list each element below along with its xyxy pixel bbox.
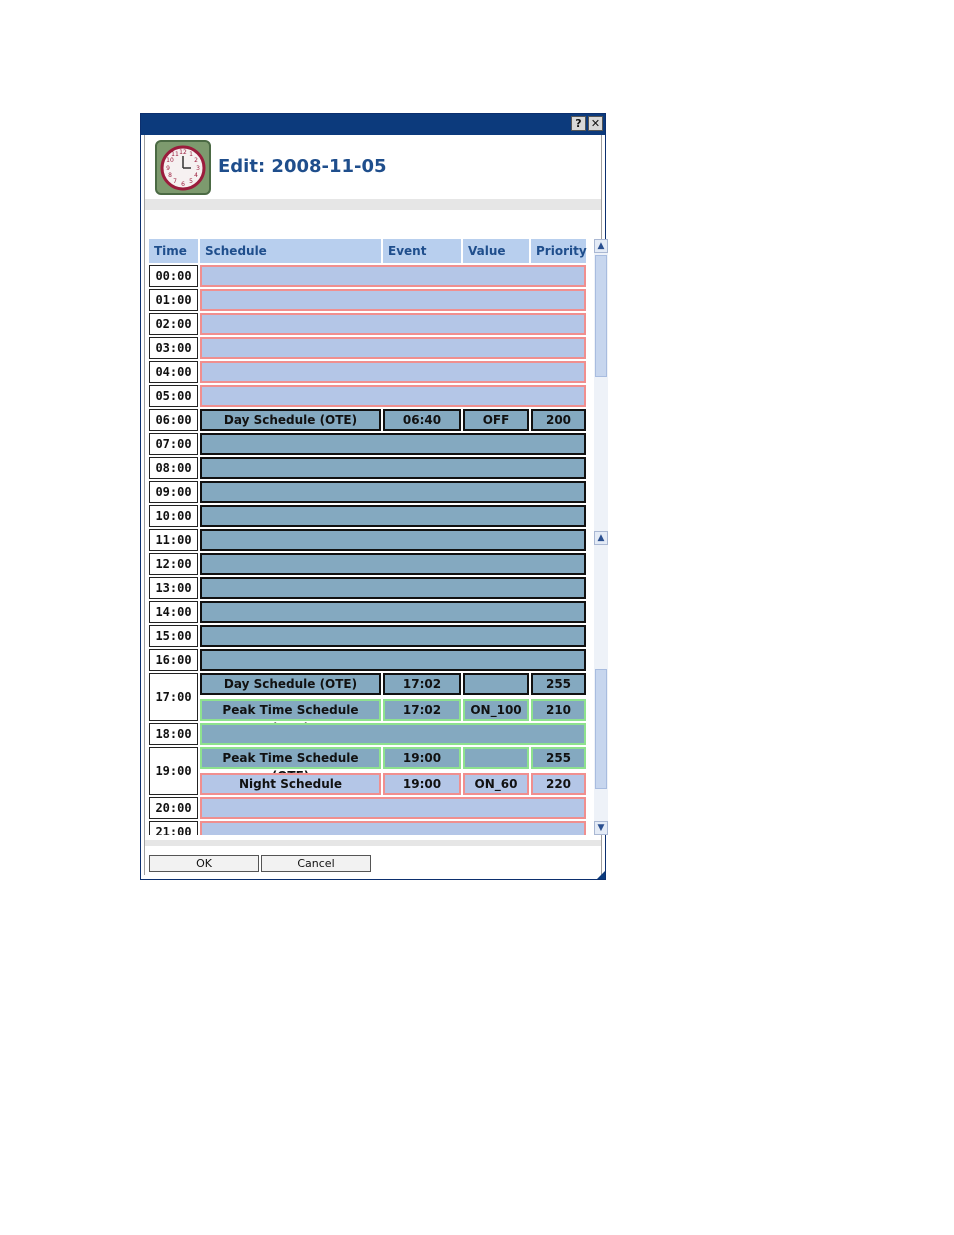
header-separator xyxy=(145,199,601,210)
time-cell: 05:00 xyxy=(149,385,198,407)
entry-event-time[interactable]: 17:02 xyxy=(383,673,461,695)
entry-value[interactable]: ON_60 xyxy=(463,773,529,795)
scroll-up-icon[interactable]: ▲ xyxy=(594,239,608,253)
svg-text:10: 10 xyxy=(166,157,174,164)
schedule-slot[interactable] xyxy=(200,601,586,623)
entry-schedule[interactable]: Peak Time Schedule (OTE) xyxy=(200,699,381,735)
title-bar: ? ✕ xyxy=(141,114,605,135)
grid-scrollbar[interactable]: ▲ ▲ ▼ xyxy=(594,239,608,835)
svg-text:7: 7 xyxy=(173,178,177,185)
entry-event-time[interactable]: 19:00 xyxy=(383,773,461,795)
entry-value[interactable]: OFF xyxy=(463,409,529,431)
schedule-slot[interactable] xyxy=(200,821,586,835)
svg-text:4: 4 xyxy=(194,172,198,179)
svg-text:11: 11 xyxy=(171,151,179,158)
schedule-slot[interactable] xyxy=(200,457,586,479)
entry-schedule[interactable]: Night Schedule xyxy=(200,773,381,795)
schedule-slot[interactable] xyxy=(200,481,586,503)
entry-event-time[interactable]: 17:02 xyxy=(383,699,461,721)
entry-value[interactable]: ON_100 xyxy=(463,699,529,721)
time-cell: 07:00 xyxy=(149,433,198,455)
schedule-slot[interactable] xyxy=(200,577,586,599)
cancel-button[interactable]: Cancel xyxy=(261,855,371,872)
time-cell: 04:00 xyxy=(149,361,198,383)
schedule-slot[interactable] xyxy=(200,361,586,383)
svg-text:6: 6 xyxy=(181,181,185,188)
schedule-slot[interactable] xyxy=(200,625,586,647)
schedule-slot[interactable] xyxy=(200,313,586,335)
entry-event-time[interactable]: 06:40 xyxy=(383,409,461,431)
schedule-slot[interactable] xyxy=(200,289,586,311)
entry-priority[interactable]: 255 xyxy=(531,673,586,695)
svg-text:8: 8 xyxy=(168,172,172,179)
time-cell: 02:00 xyxy=(149,313,198,335)
entry-event-time[interactable]: 19:00 xyxy=(383,747,461,769)
dialog-title: Edit: 2008-11-05 xyxy=(218,156,387,177)
time-cell: 06:00 xyxy=(149,409,198,431)
time-cell: 19:00 xyxy=(149,747,198,795)
schedule-slot[interactable] xyxy=(200,505,586,527)
entry-priority[interactable]: 200 xyxy=(531,409,586,431)
time-cell: 13:00 xyxy=(149,577,198,599)
entry-schedule[interactable]: Peak Time Schedule (OTE) xyxy=(200,747,381,783)
time-cell: 15:00 xyxy=(149,625,198,647)
entry-value[interactable] xyxy=(463,673,529,695)
schedule-slot[interactable] xyxy=(200,723,586,745)
entry-priority[interactable]: 210 xyxy=(531,699,586,721)
schedule-slot[interactable] xyxy=(200,649,586,671)
header-time: Time xyxy=(149,239,198,263)
svg-text:9: 9 xyxy=(166,165,170,172)
scroll-thumb-secondary[interactable] xyxy=(595,669,607,789)
scroll-up-icon-secondary[interactable]: ▲ xyxy=(594,531,608,545)
time-cell: 18:00 xyxy=(149,723,198,745)
resize-handle-icon[interactable] xyxy=(597,871,605,879)
schedule-slot[interactable] xyxy=(200,797,586,819)
entry-schedule[interactable]: Day Schedule (OTE) xyxy=(200,409,381,431)
dialog-body: 12 1 2 345 678 9 10 11 Edit: 2008-11-05 Time… xyxy=(144,135,608,875)
help-button[interactable]: ? xyxy=(571,116,586,131)
scroll-down-icon[interactable]: ▼ xyxy=(594,821,608,835)
time-cell: 10:00 xyxy=(149,505,198,527)
edit-dialog: ? ✕ 12 1 2 345 678 9 10 11 Edit: 2008-11-05 … xyxy=(140,113,608,880)
time-cell: 01:00 xyxy=(149,289,198,311)
time-cell: 09:00 xyxy=(149,481,198,503)
schedule-slot[interactable] xyxy=(200,385,586,407)
footer-separator xyxy=(145,840,601,846)
schedule-slot[interactable] xyxy=(200,553,586,575)
svg-text:12: 12 xyxy=(179,149,187,156)
schedule-slot[interactable] xyxy=(200,529,586,551)
time-cell: 16:00 xyxy=(149,649,198,671)
header-event-time: Event Time xyxy=(383,239,461,282)
entry-schedule[interactable]: Day Schedule (OTE) xyxy=(200,673,381,695)
schedule-slot[interactable] xyxy=(200,337,586,359)
svg-text:3: 3 xyxy=(196,165,200,172)
svg-text:2: 2 xyxy=(194,157,198,164)
time-cell: 14:00 xyxy=(149,601,198,623)
svg-text:1: 1 xyxy=(189,151,193,158)
time-cell: 12:00 xyxy=(149,553,198,575)
entry-value[interactable] xyxy=(463,747,529,769)
header-schedule: Schedule xyxy=(200,239,381,263)
header-value: Value xyxy=(463,239,529,263)
time-cell: 00:00 xyxy=(149,265,198,287)
schedule-grid: TimeScheduleEvent TimeValuePriority 00:00… xyxy=(149,239,589,835)
time-cell: 08:00 xyxy=(149,457,198,479)
clock-icon: 12 1 2 345 678 9 10 11 xyxy=(155,140,211,195)
entry-priority[interactable]: 255 xyxy=(531,747,586,769)
time-cell: 21:00 xyxy=(149,821,198,835)
ok-button[interactable]: OK xyxy=(149,855,259,872)
schedule-slot[interactable] xyxy=(200,265,586,287)
scroll-thumb[interactable] xyxy=(595,255,607,377)
close-button[interactable]: ✕ xyxy=(588,116,603,131)
svg-text:5: 5 xyxy=(189,178,193,185)
entry-priority[interactable]: 220 xyxy=(531,773,586,795)
header-priority: Priority xyxy=(531,239,587,263)
time-cell: 17:00 xyxy=(149,673,198,721)
time-cell: 20:00 xyxy=(149,797,198,819)
schedule-slot[interactable] xyxy=(200,433,586,455)
time-cell: 11:00 xyxy=(149,529,198,551)
time-cell: 03:00 xyxy=(149,337,198,359)
